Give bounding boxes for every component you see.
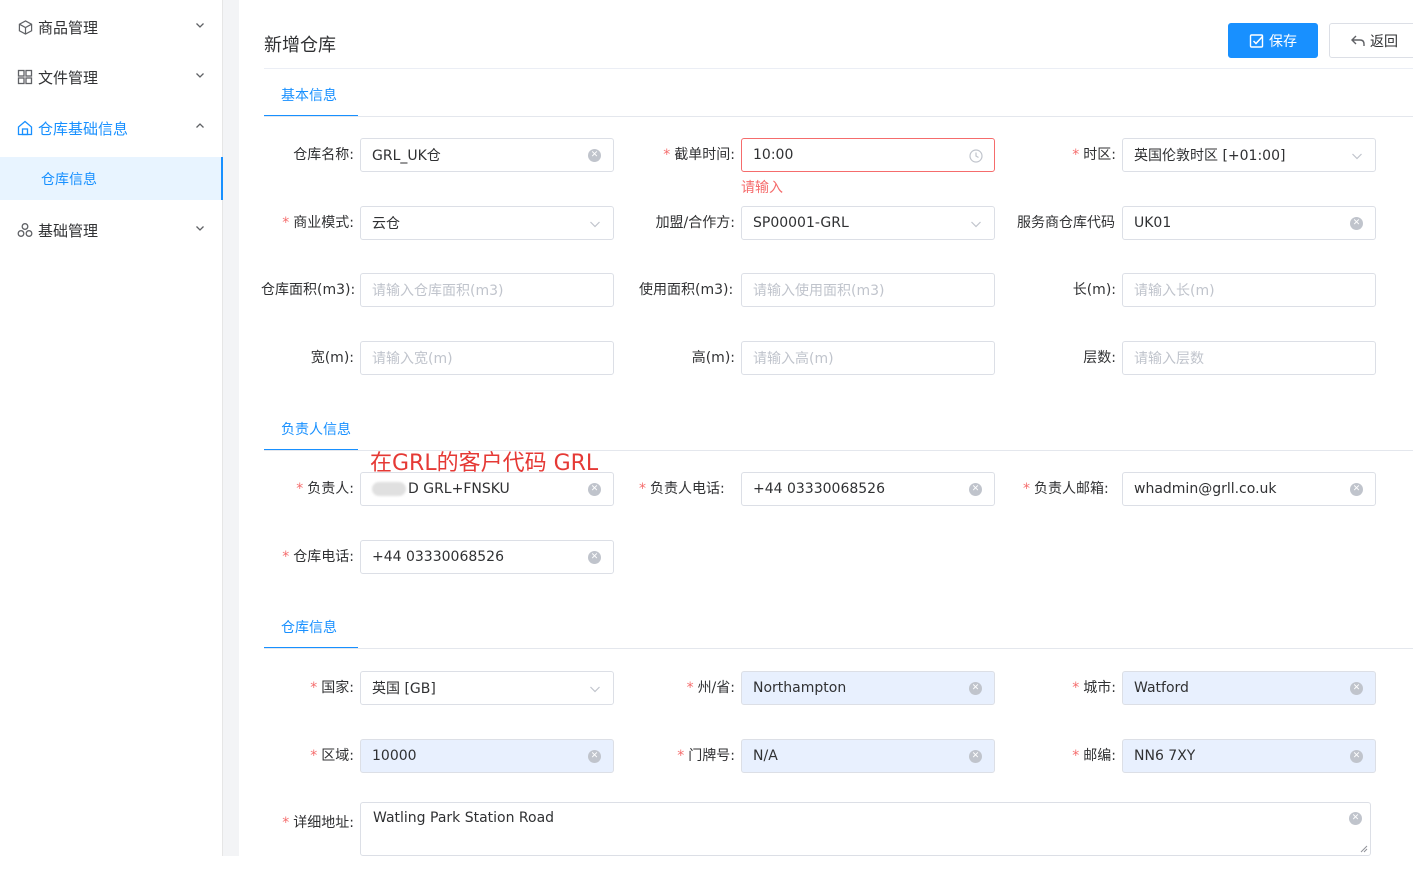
clear-icon[interactable]: ✕ (588, 551, 602, 565)
cutoff-time-input[interactable]: 10:00 (741, 138, 995, 172)
grid-icon (16, 68, 34, 86)
house-no-label: * 门牌号: (677, 748, 735, 764)
service-code-label: 服务商仓库代码 (1017, 215, 1115, 231)
manager-input[interactable]: D GRL+FNSKU ✕ (360, 472, 614, 506)
sidebar-item-warehouse-basic[interactable]: 仓库基础信息 (0, 103, 222, 153)
chevron-down-icon (588, 682, 602, 696)
sidebar-subitem-warehouse-info[interactable]: 仓库信息 (0, 157, 223, 200)
clear-icon[interactable]: ✕ (969, 483, 983, 497)
chevron-up-icon (196, 123, 204, 128)
timezone-label: * 时区: (1072, 147, 1116, 163)
clock-icon (969, 149, 983, 163)
warehouse-icon (16, 119, 34, 137)
chevron-down-icon (196, 23, 204, 28)
partner-select[interactable]: SP00001-GRL (741, 206, 995, 240)
clear-icon[interactable]: ✕ (1350, 217, 1364, 231)
height-input[interactable]: 请输入高(m) (741, 341, 995, 375)
used-area-input[interactable]: 请输入使用面积(m3) (741, 273, 995, 307)
width-input[interactable]: 请输入宽(m) (360, 341, 614, 375)
postcode-input[interactable]: NN6 7XY ✕ (1122, 739, 1376, 773)
area-label: 仓库面积(m3): (261, 282, 356, 298)
floors-label: 层数: (1083, 350, 1116, 366)
city-input[interactable]: Watford ✕ (1122, 671, 1376, 705)
save-button[interactable]: 保存 (1228, 23, 1318, 58)
layout-gutter (223, 0, 239, 856)
district-label: * 区域: (310, 748, 354, 764)
tab-contact-info[interactable]: 负责人信息 (264, 419, 358, 451)
header-divider (264, 68, 1413, 69)
address-label: * 详细地址: (282, 815, 354, 831)
back-button[interactable]: 返回 (1329, 23, 1413, 58)
manager-label: * 负责人: (296, 481, 354, 497)
box-icon (16, 18, 34, 36)
redacted-mask (372, 482, 406, 496)
manager-email-input[interactable]: whadmin@grll.co.uk ✕ (1122, 472, 1376, 506)
warehouse-phone-label: * 仓库电话: (282, 549, 354, 565)
chevron-down-icon (196, 73, 204, 78)
clear-icon[interactable]: ✕ (588, 149, 602, 163)
cutoff-time-error: 请输入 (741, 180, 783, 196)
clear-icon[interactable]: ✕ (969, 682, 983, 696)
warehouse-name-input[interactable]: GRL_UK仓 ✕ (360, 138, 614, 172)
section-divider (264, 648, 1413, 649)
sidebar-item-label: 仓库基础信息 (38, 119, 129, 138)
chevron-down-icon (588, 217, 602, 231)
clear-icon[interactable]: ✕ (1350, 750, 1364, 764)
business-mode-select[interactable]: 云仓 (360, 206, 614, 240)
address-textarea[interactable]: Watling Park Station Road ✕ (360, 802, 1371, 856)
manager-email-label: * 负责人邮箱: (1023, 481, 1109, 497)
country-label: * 国家: (310, 680, 354, 696)
warehouse-phone-input[interactable]: +44 03330068526 ✕ (360, 540, 614, 574)
width-label: 宽(m): (310, 350, 354, 366)
page-title: 新增仓库 (264, 35, 336, 56)
manager-phone-input[interactable]: +44 03330068526 ✕ (741, 472, 995, 506)
business-mode-label: * 商业模式: (282, 215, 354, 231)
manager-phone-label: * 负责人电话: (639, 481, 725, 497)
clear-icon[interactable]: ✕ (1350, 483, 1364, 497)
sidebar-item-label: 商品管理 (38, 18, 99, 37)
resize-handle-icon[interactable] (1360, 845, 1368, 853)
timezone-select[interactable]: 英国伦敦时区 [+01:00] (1122, 138, 1376, 172)
edit-check-icon (1249, 33, 1264, 48)
section-divider (264, 116, 1413, 117)
floors-input[interactable]: 请输入层数 (1122, 341, 1376, 375)
main-content: 新增仓库 保存 返回 基本信息 仓库名称: GRL_UK仓 ✕ * 截单时间: 1… (239, 0, 1413, 856)
state-label: * 州/省: (686, 680, 735, 696)
tab-basic-info[interactable]: 基本信息 (264, 85, 358, 117)
sidebar-item-goods[interactable]: 商品管理 (0, 2, 222, 52)
clear-icon[interactable]: ✕ (588, 750, 602, 764)
clear-icon[interactable]: ✕ (969, 750, 983, 764)
back-arrow-icon (1351, 35, 1365, 46)
chevron-down-icon (969, 217, 983, 231)
area-input[interactable]: 请输入仓库面积(m3) (360, 273, 614, 307)
sidebar-item-basic-manage[interactable]: 基础管理 (0, 205, 222, 255)
length-label: 长(m): (1072, 282, 1116, 298)
clear-icon[interactable]: ✕ (588, 483, 602, 497)
sidebar: 商品管理 文件管理 仓库基础信息 仓库信息 基础管理 (0, 0, 223, 856)
chevron-down-icon (1350, 149, 1364, 163)
house-no-input[interactable]: N/A ✕ (741, 739, 995, 773)
sidebar-item-label: 基础管理 (38, 221, 99, 240)
partner-label: 加盟/合作方: (655, 215, 735, 231)
postcode-label: * 邮编: (1072, 748, 1116, 764)
cluster-icon (16, 221, 34, 239)
clear-icon[interactable]: ✕ (1350, 682, 1364, 696)
chevron-down-icon (196, 226, 204, 231)
cutoff-time-label: * 截单时间: (663, 147, 735, 163)
sidebar-item-files[interactable]: 文件管理 (0, 52, 222, 102)
country-select[interactable]: 英国 [GB] (360, 671, 614, 705)
district-input[interactable]: 10000 ✕ (360, 739, 614, 773)
used-area-label: 使用面积(m3): (639, 282, 734, 298)
sidebar-item-label: 文件管理 (38, 68, 99, 87)
clear-icon[interactable]: ✕ (1349, 812, 1362, 825)
warehouse-name-label: 仓库名称: (293, 147, 354, 163)
state-input[interactable]: Northampton ✕ (741, 671, 995, 705)
service-code-input[interactable]: UK01 ✕ (1122, 206, 1376, 240)
length-input[interactable]: 请输入长(m) (1122, 273, 1376, 307)
tab-warehouse-info[interactable]: 仓库信息 (264, 617, 358, 649)
height-label: 高(m): (691, 350, 735, 366)
city-label: * 城市: (1072, 680, 1116, 696)
